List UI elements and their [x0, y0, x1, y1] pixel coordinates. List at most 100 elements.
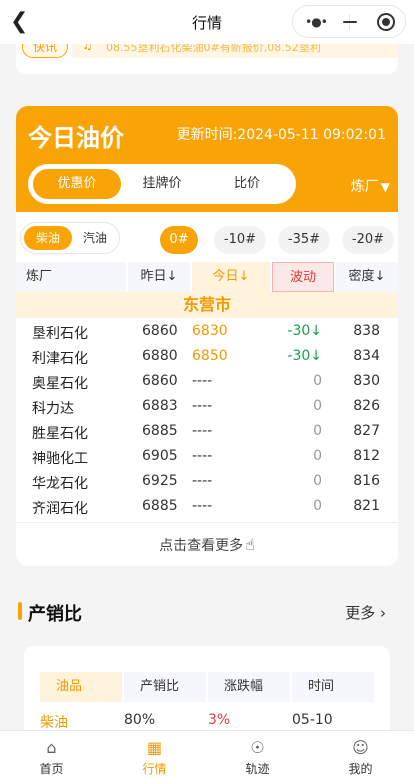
refinery-name: 齐润石化: [32, 501, 88, 517]
grade-minus-20[interactable]: -20#: [342, 226, 394, 254]
notice-text: 08.55垦利石化柴油0#有新报价,08.52垦利: [106, 44, 321, 54]
tab-track[interactable]: ☉ 轨迹: [206, 731, 309, 780]
fuel-type-gasoline[interactable]: 汽油: [71, 226, 119, 250]
grade-minus-10[interactable]: -10#: [214, 226, 266, 254]
table-row[interactable]: 华龙石化 6925 ---- 0 816: [16, 470, 398, 495]
today-price: ----: [192, 423, 213, 439]
view-more-label: 点击查看更多: [159, 538, 244, 554]
fluctuation-value: 0: [313, 373, 322, 389]
yesterday-price: 6883: [142, 398, 178, 414]
ratio-time: 05-10: [292, 712, 333, 728]
mini-program-capsule: •●•: [292, 5, 406, 38]
today-price: 6830: [192, 323, 228, 339]
refinery-name: 华龙石化: [32, 476, 88, 492]
table-row[interactable]: 胜星石化 6885 ---- 0 827: [16, 420, 398, 445]
density-value: 816: [353, 473, 380, 489]
minus-icon[interactable]: [341, 13, 361, 31]
tab-mine-label: 我的: [348, 762, 373, 776]
today-price: ----: [192, 398, 213, 414]
fluctuation-value: 0: [313, 498, 322, 514]
price-type-tabs: 优惠价 挂牌价 比价: [28, 164, 296, 204]
yesterday-price: 6885: [142, 423, 178, 439]
hand-pointer-icon: ☝: [245, 535, 255, 554]
arrow-down-icon: ↓: [310, 348, 322, 364]
price-table-header: 炼厂 昨日↓ 今日↓ 波动 密度↓: [16, 262, 398, 292]
table-row[interactable]: 齐润石化 6885 ---- 0 821: [16, 495, 398, 520]
ratio-change: 3%: [208, 712, 231, 728]
fluctuation-value: -30↓: [266, 348, 322, 364]
col-today-sort[interactable]: 今日↓: [192, 262, 270, 292]
yesterday-price: 6860: [142, 373, 178, 389]
today-price: ----: [192, 448, 213, 464]
ratio-col-change: 涨跌幅: [208, 672, 290, 702]
view-more-button[interactable]: 点击查看更多 ☝: [16, 522, 398, 566]
today-price: ----: [192, 498, 213, 514]
ratio-col-time: 时间: [292, 672, 374, 702]
notice-bar[interactable]: ♫ 08.55垦利石化柴油0#有新报价,08.52垦利: [72, 44, 398, 58]
ratio-section-title: 产销比: [28, 604, 82, 625]
refinery-name: 科力达: [32, 401, 74, 417]
today-price: ----: [192, 473, 213, 489]
refinery-filter[interactable]: 炼厂 ▼: [351, 176, 390, 196]
grade-0[interactable]: 0#: [160, 226, 198, 254]
table-row[interactable]: 奥星石化 6860 ---- 0 830: [16, 370, 398, 395]
table-row[interactable]: 科力达 6883 ---- 0 826: [16, 395, 398, 420]
update-time: 更新时间:2024-05-11 09:02:01: [176, 127, 386, 143]
grade-minus-35[interactable]: -35#: [278, 226, 330, 254]
yesterday-price: 6905: [142, 448, 178, 464]
yesterday-price: 6860: [142, 323, 178, 339]
today-price: 6850: [192, 348, 228, 364]
yesterday-price: 6885: [142, 498, 178, 514]
fuel-type-diesel[interactable]: 柴油: [24, 226, 72, 250]
tab-discount-price[interactable]: 优惠价: [33, 169, 121, 199]
oil-price-card: 今日油价 更新时间:2024-05-11 09:02:01 优惠价 挂牌价 比价…: [16, 106, 398, 566]
table-row[interactable]: 神驰化工 6905 ---- 0 812: [16, 445, 398, 470]
more-dots-icon[interactable]: •●•: [303, 14, 329, 30]
today-price: ----: [192, 373, 213, 389]
notice-tag: 快讯: [22, 44, 68, 58]
refinery-name: 利津石化: [32, 351, 88, 367]
price-rows: 垦利石化 6860 6830 -30↓ 838 利津石化 6880 6850 -…: [16, 320, 398, 520]
tab-list-price[interactable]: 挂牌价: [118, 169, 206, 199]
smile-icon: ☺: [352, 738, 369, 757]
density-value: 830: [353, 373, 380, 389]
track-icon: ☉: [250, 738, 265, 757]
col-refinery: 炼厂: [16, 262, 126, 292]
price-card-header: 今日油价 更新时间:2024-05-11 09:02:01 优惠价 挂牌价 比价…: [16, 106, 398, 212]
funnel-icon: ▼: [380, 180, 390, 194]
tab-market[interactable]: ▦ 行情: [103, 731, 206, 780]
density-value: 812: [353, 448, 380, 464]
home-icon: ⌂: [46, 738, 57, 757]
speaker-icon: ♫: [82, 44, 93, 52]
ratio-more-label: 更多: [345, 604, 376, 622]
ratio-value: 80%: [124, 712, 156, 728]
fluctuation-value: 0: [313, 398, 322, 414]
market-icon: ▦: [146, 738, 163, 757]
fuel-type-toggle: 柴油 汽油: [20, 222, 120, 254]
fluctuation-number: -30: [287, 323, 311, 339]
ratio-col-product: 油品: [40, 672, 122, 702]
yesterday-price: 6880: [142, 348, 178, 364]
fluctuation-value: 0: [313, 423, 322, 439]
density-value: 827: [353, 423, 380, 439]
fluctuation-value: 0: [313, 473, 322, 489]
fluctuation-number: -30: [287, 348, 311, 364]
nav-bar: ❮ 行情 •●•: [0, 0, 414, 44]
col-yesterday-sort[interactable]: 昨日↓: [128, 262, 190, 292]
notice-card: 快讯 ♫ 08.55垦利石化柴油0#有新报价,08.52垦利: [16, 44, 398, 74]
tab-track-label: 轨迹: [245, 762, 270, 776]
tab-compare-price[interactable]: 比价: [203, 169, 291, 199]
table-row[interactable]: 垦利石化 6860 6830 -30↓ 838: [16, 320, 398, 345]
arrow-down-icon: ↓: [310, 323, 322, 339]
fluctuation-value: 0: [313, 448, 322, 464]
density-value: 838: [353, 323, 380, 339]
tab-home-label: 首页: [39, 762, 64, 776]
tab-mine[interactable]: ☺ 我的: [309, 731, 412, 780]
tab-home[interactable]: ⌂ 首页: [0, 731, 103, 780]
target-icon[interactable]: [377, 13, 395, 31]
col-density-sort[interactable]: 密度↓: [336, 262, 398, 292]
ratio-more-link[interactable]: 更多 ›: [345, 602, 386, 623]
section-accent-bar: [18, 602, 22, 620]
city-group-header: 东营市: [16, 292, 398, 318]
table-row[interactable]: 利津石化 6880 6850 -30↓ 834: [16, 345, 398, 370]
